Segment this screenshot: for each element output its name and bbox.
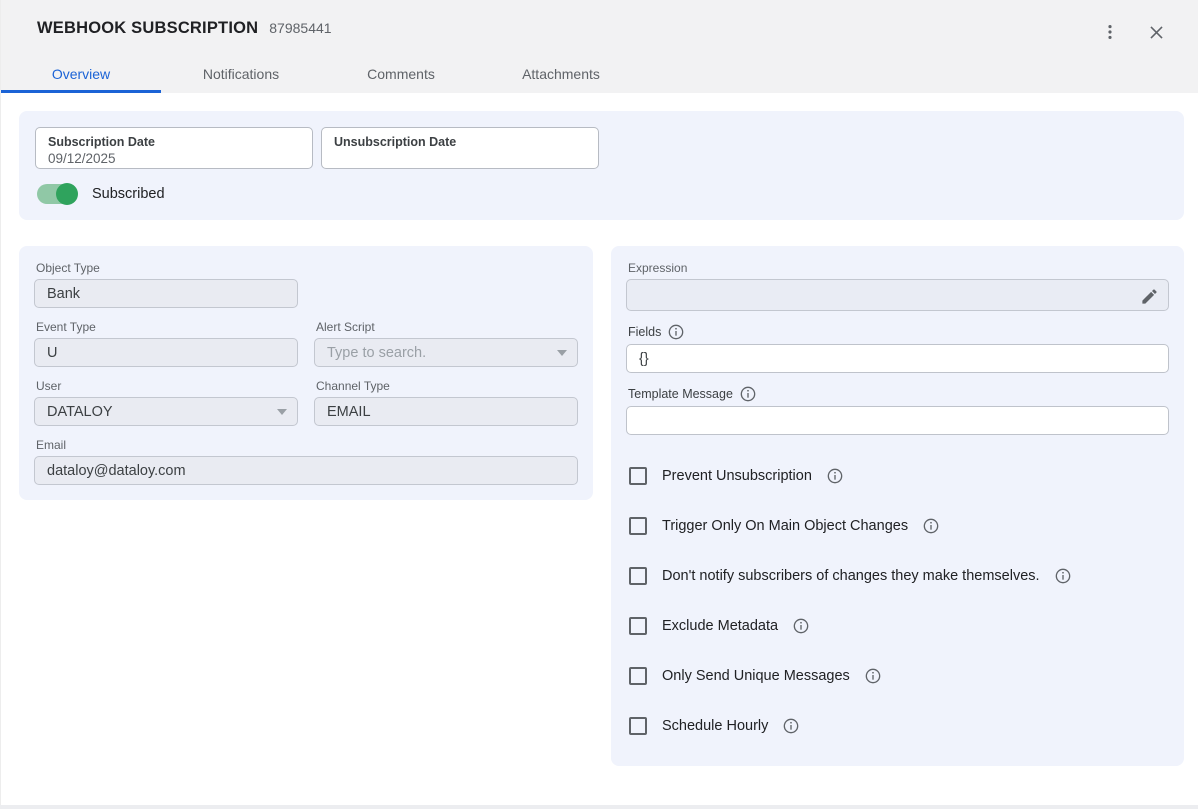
user-field: User <box>34 379 298 426</box>
expression-box <box>626 279 1169 311</box>
tab-overview[interactable]: Overview <box>1 55 161 93</box>
info-icon[interactable] <box>793 618 809 634</box>
user-input[interactable] <box>34 397 298 426</box>
checkbox-label: Schedule Hourly <box>662 718 768 734</box>
fields-label-row: Fields <box>626 324 1169 340</box>
tab-attachments[interactable]: Attachments <box>481 55 641 93</box>
checkbox-box[interactable] <box>629 617 647 635</box>
fields-info-icon[interactable] <box>668 324 684 340</box>
subscribed-toggle-row: Subscribed <box>35 184 1168 204</box>
checkbox-prevent-unsubscription[interactable]: Prevent Unsubscription <box>626 451 1169 501</box>
info-icon[interactable] <box>827 468 843 484</box>
date-row: Subscription Date 09/12/2025 Unsubscript… <box>35 127 1168 169</box>
checkbox-label: Don't notify subscribers of changes they… <box>662 568 1040 584</box>
info-icon[interactable] <box>1055 568 1071 584</box>
user-select <box>34 397 298 426</box>
checkbox-label: Trigger Only On Main Object Changes <box>662 518 908 534</box>
checkbox-box[interactable] <box>629 667 647 685</box>
checkbox-exclude-metadata[interactable]: Exclude Metadata <box>626 601 1169 651</box>
subscription-panel: Subscription Date 09/12/2025 Unsubscript… <box>19 111 1184 220</box>
fields-input[interactable] <box>626 344 1169 373</box>
expression-label: Expression <box>626 261 1169 275</box>
tab-notifications[interactable]: Notifications <box>161 55 321 93</box>
info-icon[interactable] <box>923 518 939 534</box>
checkbox-box[interactable] <box>629 567 647 585</box>
email-field: Email <box>34 438 578 485</box>
checkbox-label: Prevent Unsubscription <box>662 468 812 484</box>
close-icon <box>1147 23 1166 42</box>
info-icon[interactable] <box>783 718 799 734</box>
tab-comments[interactable]: Comments <box>321 55 481 93</box>
alert-script-field: Alert Script <box>314 320 578 367</box>
subscription-date-field[interactable]: Subscription Date 09/12/2025 <box>35 127 313 169</box>
subscribed-toggle-label: Subscribed <box>92 186 165 202</box>
checkbox-only-unique-messages[interactable]: Only Send Unique Messages <box>626 651 1169 701</box>
record-id: 87985441 <box>269 20 331 36</box>
object-type-input[interactable] <box>34 279 298 308</box>
options-checkbox-list: Prevent Unsubscription Trigger Only On M… <box>626 451 1169 751</box>
channel-type-input[interactable] <box>314 397 578 426</box>
object-type-row: Object Type <box>34 261 578 308</box>
checkbox-trigger-main-object[interactable]: Trigger Only On Main Object Changes <box>626 501 1169 551</box>
kebab-menu-button[interactable] <box>1098 20 1122 44</box>
email-label: Email <box>34 438 578 452</box>
checkbox-box[interactable] <box>629 717 647 735</box>
unsubscription-date-field[interactable]: Unsubscription Date <box>321 127 599 169</box>
kebab-menu-icon <box>1100 22 1120 42</box>
toggle-thumb <box>56 183 78 205</box>
info-icon[interactable] <box>865 668 881 684</box>
title-row: WEBHOOK SUBSCRIPTION 87985441 <box>1 19 1198 38</box>
bottom-edge <box>0 805 1198 809</box>
object-type-label: Object Type <box>34 261 298 275</box>
user-label: User <box>34 379 298 393</box>
template-message-input[interactable] <box>626 406 1169 435</box>
alert-script-input[interactable] <box>314 338 578 367</box>
edit-expression-button[interactable] <box>1137 284 1161 308</box>
channel-type-field: Channel Type <box>314 379 578 426</box>
checkbox-label: Exclude Metadata <box>662 618 778 634</box>
content-columns: Object Type Event Type Alert Script <box>19 246 1184 766</box>
email-row: Email <box>34 438 578 485</box>
checkbox-box[interactable] <box>629 517 647 535</box>
subscription-date-label: Subscription Date <box>48 135 300 149</box>
spacer-col <box>314 261 578 308</box>
subscribed-toggle[interactable] <box>37 184 77 204</box>
checkbox-dont-notify-self-changes[interactable]: Don't notify subscribers of changes they… <box>626 551 1169 601</box>
alert-script-label: Alert Script <box>314 320 578 334</box>
checkbox-box[interactable] <box>629 467 647 485</box>
template-message-label: Template Message <box>628 387 733 401</box>
event-type-label: Event Type <box>34 320 298 334</box>
email-input[interactable] <box>34 456 578 485</box>
unsubscription-date-label: Unsubscription Date <box>334 135 586 149</box>
alert-script-select <box>314 338 578 367</box>
tab-bar: Overview Notifications Comments Attachme… <box>1 55 1198 93</box>
template-message-info-icon[interactable] <box>740 386 756 402</box>
pencil-icon <box>1140 287 1159 306</box>
event-type-input[interactable] <box>34 338 298 367</box>
webhook-subscription-dialog: WEBHOOK SUBSCRIPTION 87985441 Overview N… <box>0 0 1198 809</box>
object-type-field: Object Type <box>34 261 298 308</box>
user-channel-row: User Channel Type <box>34 379 578 426</box>
header-actions <box>1098 20 1168 44</box>
checkbox-schedule-hourly[interactable]: Schedule Hourly <box>626 701 1169 751</box>
close-button[interactable] <box>1144 20 1168 44</box>
event-type-field: Event Type <box>34 320 298 367</box>
event-alert-row: Event Type Alert Script <box>34 320 578 367</box>
dialog-header: WEBHOOK SUBSCRIPTION 87985441 Overview N… <box>1 0 1198 93</box>
template-message-label-row: Template Message <box>626 386 1169 402</box>
page-title: WEBHOOK SUBSCRIPTION <box>37 19 258 38</box>
subscription-date-value: 09/12/2025 <box>48 151 300 166</box>
checkbox-label: Only Send Unique Messages <box>662 668 850 684</box>
expression-panel: Expression Fields <box>611 246 1184 766</box>
fields-label: Fields <box>628 325 661 339</box>
channel-type-label: Channel Type <box>314 379 578 393</box>
details-panel: Object Type Event Type Alert Script <box>19 246 593 500</box>
